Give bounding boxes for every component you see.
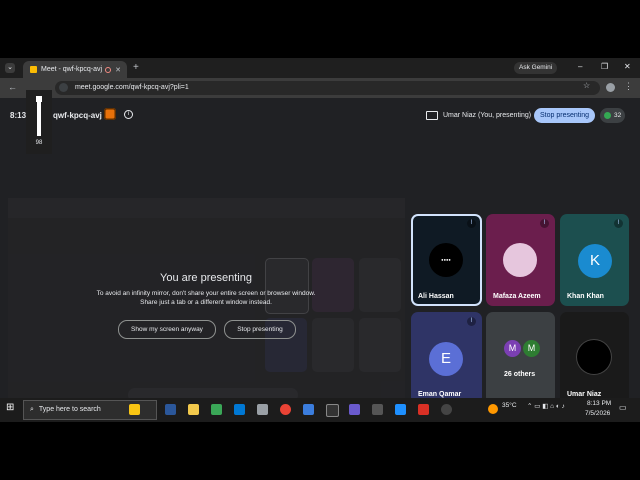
url-text: meet.google.com/qwf-kpcq-avj?pli=1 xyxy=(74,84,189,91)
tab-meet[interactable]: Meet - qwf-kpcq-avj ✕ xyxy=(23,61,127,78)
avatar: K xyxy=(578,244,612,278)
volume-fill xyxy=(37,96,41,136)
participant-tile-ali-hassan[interactable]: ●●●● ⌇ Ali Hassan xyxy=(411,214,482,306)
bookmark-star-icon[interactable]: ☆ xyxy=(583,81,590,90)
extension-icon[interactable] xyxy=(606,83,615,92)
avatar: M xyxy=(523,340,540,357)
presenter-label: Umar Niaz (You, presenting) xyxy=(443,111,532,119)
others-count: 26 others xyxy=(504,371,536,378)
app-icon[interactable] xyxy=(441,404,452,415)
stop-presenting-top-button[interactable]: Stop presenting xyxy=(534,108,596,123)
site-info-icon[interactable] xyxy=(59,83,68,92)
muted-mic-icon: ⌇ xyxy=(467,219,476,228)
muted-mic-icon: ⌇ xyxy=(467,317,476,326)
avatar: E xyxy=(429,342,463,376)
windows-start-icon[interactable]: ⊞ xyxy=(6,402,17,413)
terminal-icon[interactable] xyxy=(326,404,339,417)
windows-taskbar: ⊞ ⌕ Type here to search 35°C ⌃ ▭ ◧ ⌂ ◐ ♪ … xyxy=(0,398,640,422)
avatar: M xyxy=(504,340,521,357)
temperature[interactable]: 35°C xyxy=(502,402,517,409)
present-screen-icon xyxy=(426,110,438,120)
tab-search-icon[interactable]: ⌄ xyxy=(5,63,15,73)
app-icon[interactable] xyxy=(395,404,406,415)
participant-name: Mafaza Azeem xyxy=(493,293,541,300)
presenting-heading: You are presenting xyxy=(160,272,252,284)
back-icon[interactable]: ← xyxy=(8,82,17,92)
search-placeholder: Type here to search xyxy=(38,406,101,413)
participant-name: Eman Qamar xyxy=(418,391,462,398)
new-tab-button[interactable]: + xyxy=(133,62,139,73)
chrome-icon[interactable] xyxy=(280,404,291,415)
show-screen-anyway-button[interactable]: Show my screen anyway xyxy=(118,320,216,339)
avatar xyxy=(503,243,537,277)
tab-title: Meet - qwf-kpcq-avj xyxy=(41,66,103,73)
app-icon[interactable] xyxy=(349,404,360,415)
recording-indicator-icon xyxy=(105,66,112,73)
stop-presenting-button[interactable]: Stop presenting xyxy=(224,320,296,339)
presentation-dim-overlay xyxy=(8,198,405,422)
app-icon[interactable] xyxy=(257,404,268,415)
participant-name: Khan Khan xyxy=(567,293,604,300)
tray-icons[interactable]: ⌃ ▭ ◧ ⌂ ◐ ♪ xyxy=(527,402,565,410)
taskbar-date[interactable]: 7/5/2026 xyxy=(585,410,610,417)
participant-tile-khan-khan[interactable]: K ⌇ Khan Khan xyxy=(560,214,629,306)
file-explorer-icon[interactable] xyxy=(188,404,199,415)
presenting-notice: You are presenting To avoid an infinity … xyxy=(60,272,352,307)
taskbar-time[interactable]: 8:13 PM xyxy=(587,400,611,407)
app-icon[interactable] xyxy=(303,404,314,415)
avatar xyxy=(577,340,611,374)
tab-strip: ⌄ Meet - qwf-kpcq-avj ✕ + Ask Gemini – ❐… xyxy=(0,58,640,78)
search-icon: ⌕ xyxy=(30,406,34,413)
browser-toolbar: ← meet.google.com/qwf-kpcq-avj?pli=1 ☆ ⋮ xyxy=(0,78,640,98)
volume-track xyxy=(36,95,42,136)
muted-mic-icon: ⌇ xyxy=(614,219,623,228)
volume-knob[interactable] xyxy=(36,95,42,102)
meet-favicon-icon xyxy=(30,66,37,73)
avatar: ●●●● xyxy=(429,243,463,277)
participants-button[interactable]: 32 xyxy=(600,108,626,123)
weather-icon[interactable] xyxy=(488,404,498,414)
muted-mic-icon: ⌇ xyxy=(540,219,549,228)
close-window-button[interactable]: ✕ xyxy=(624,62,631,71)
participant-tile-others[interactable]: M M 26 others xyxy=(486,312,555,404)
browser-window: ⌄ Meet - qwf-kpcq-avj ✕ + Ask Gemini – ❐… xyxy=(0,58,640,422)
meet-header: 8:13 qwf-kpcq-avj i Umar Niaz (You, pres… xyxy=(0,98,640,134)
participant-name: Ali Hassan xyxy=(418,293,454,300)
presenter-indicator: Umar Niaz (You, presenting) xyxy=(426,108,531,122)
app-icon[interactable] xyxy=(372,404,383,415)
pdf-reader-icon[interactable] xyxy=(418,404,429,415)
participant-count: 32 xyxy=(614,112,622,119)
restore-button[interactable]: ❐ xyxy=(601,62,608,71)
host-controls-icon[interactable] xyxy=(104,108,116,120)
meeting-time: 8:13 xyxy=(10,111,27,120)
vscode-icon[interactable] xyxy=(234,404,245,415)
ask-gemini-button[interactable]: Ask Gemini xyxy=(514,62,558,74)
volume-indicator: 98 xyxy=(26,90,52,154)
notifications-icon[interactable]: ▭ xyxy=(619,403,627,412)
address-bar[interactable]: meet.google.com/qwf-kpcq-avj?pli=1 xyxy=(55,81,600,95)
word-icon[interactable] xyxy=(165,404,176,415)
minimize-button[interactable]: – xyxy=(578,62,582,71)
participant-tile-mafaza-azeem[interactable]: ⌇ Mafaza Azeem xyxy=(486,214,555,306)
app-icon[interactable] xyxy=(211,404,222,415)
participant-name: Umar Niaz xyxy=(567,391,602,398)
info-icon[interactable]: i xyxy=(124,110,133,119)
presenting-line-1: To avoid an infinity mirror, don't share… xyxy=(96,290,316,297)
people-icon xyxy=(604,111,611,119)
meeting-code: qwf-kpcq-avj xyxy=(53,111,102,120)
copilot-sparkle-icon[interactable] xyxy=(129,404,140,415)
presenting-line-2: Share just a tab or a different window i… xyxy=(140,299,272,306)
close-tab-icon[interactable]: ✕ xyxy=(115,66,121,74)
volume-level: 98 xyxy=(35,140,43,146)
participant-tile-umar-niaz[interactable]: Umar Niaz xyxy=(560,312,629,404)
browser-menu-icon[interactable]: ⋮ xyxy=(624,81,633,92)
participant-tile-eman-qamar[interactable]: E ⌇ Eman Qamar xyxy=(411,312,482,404)
